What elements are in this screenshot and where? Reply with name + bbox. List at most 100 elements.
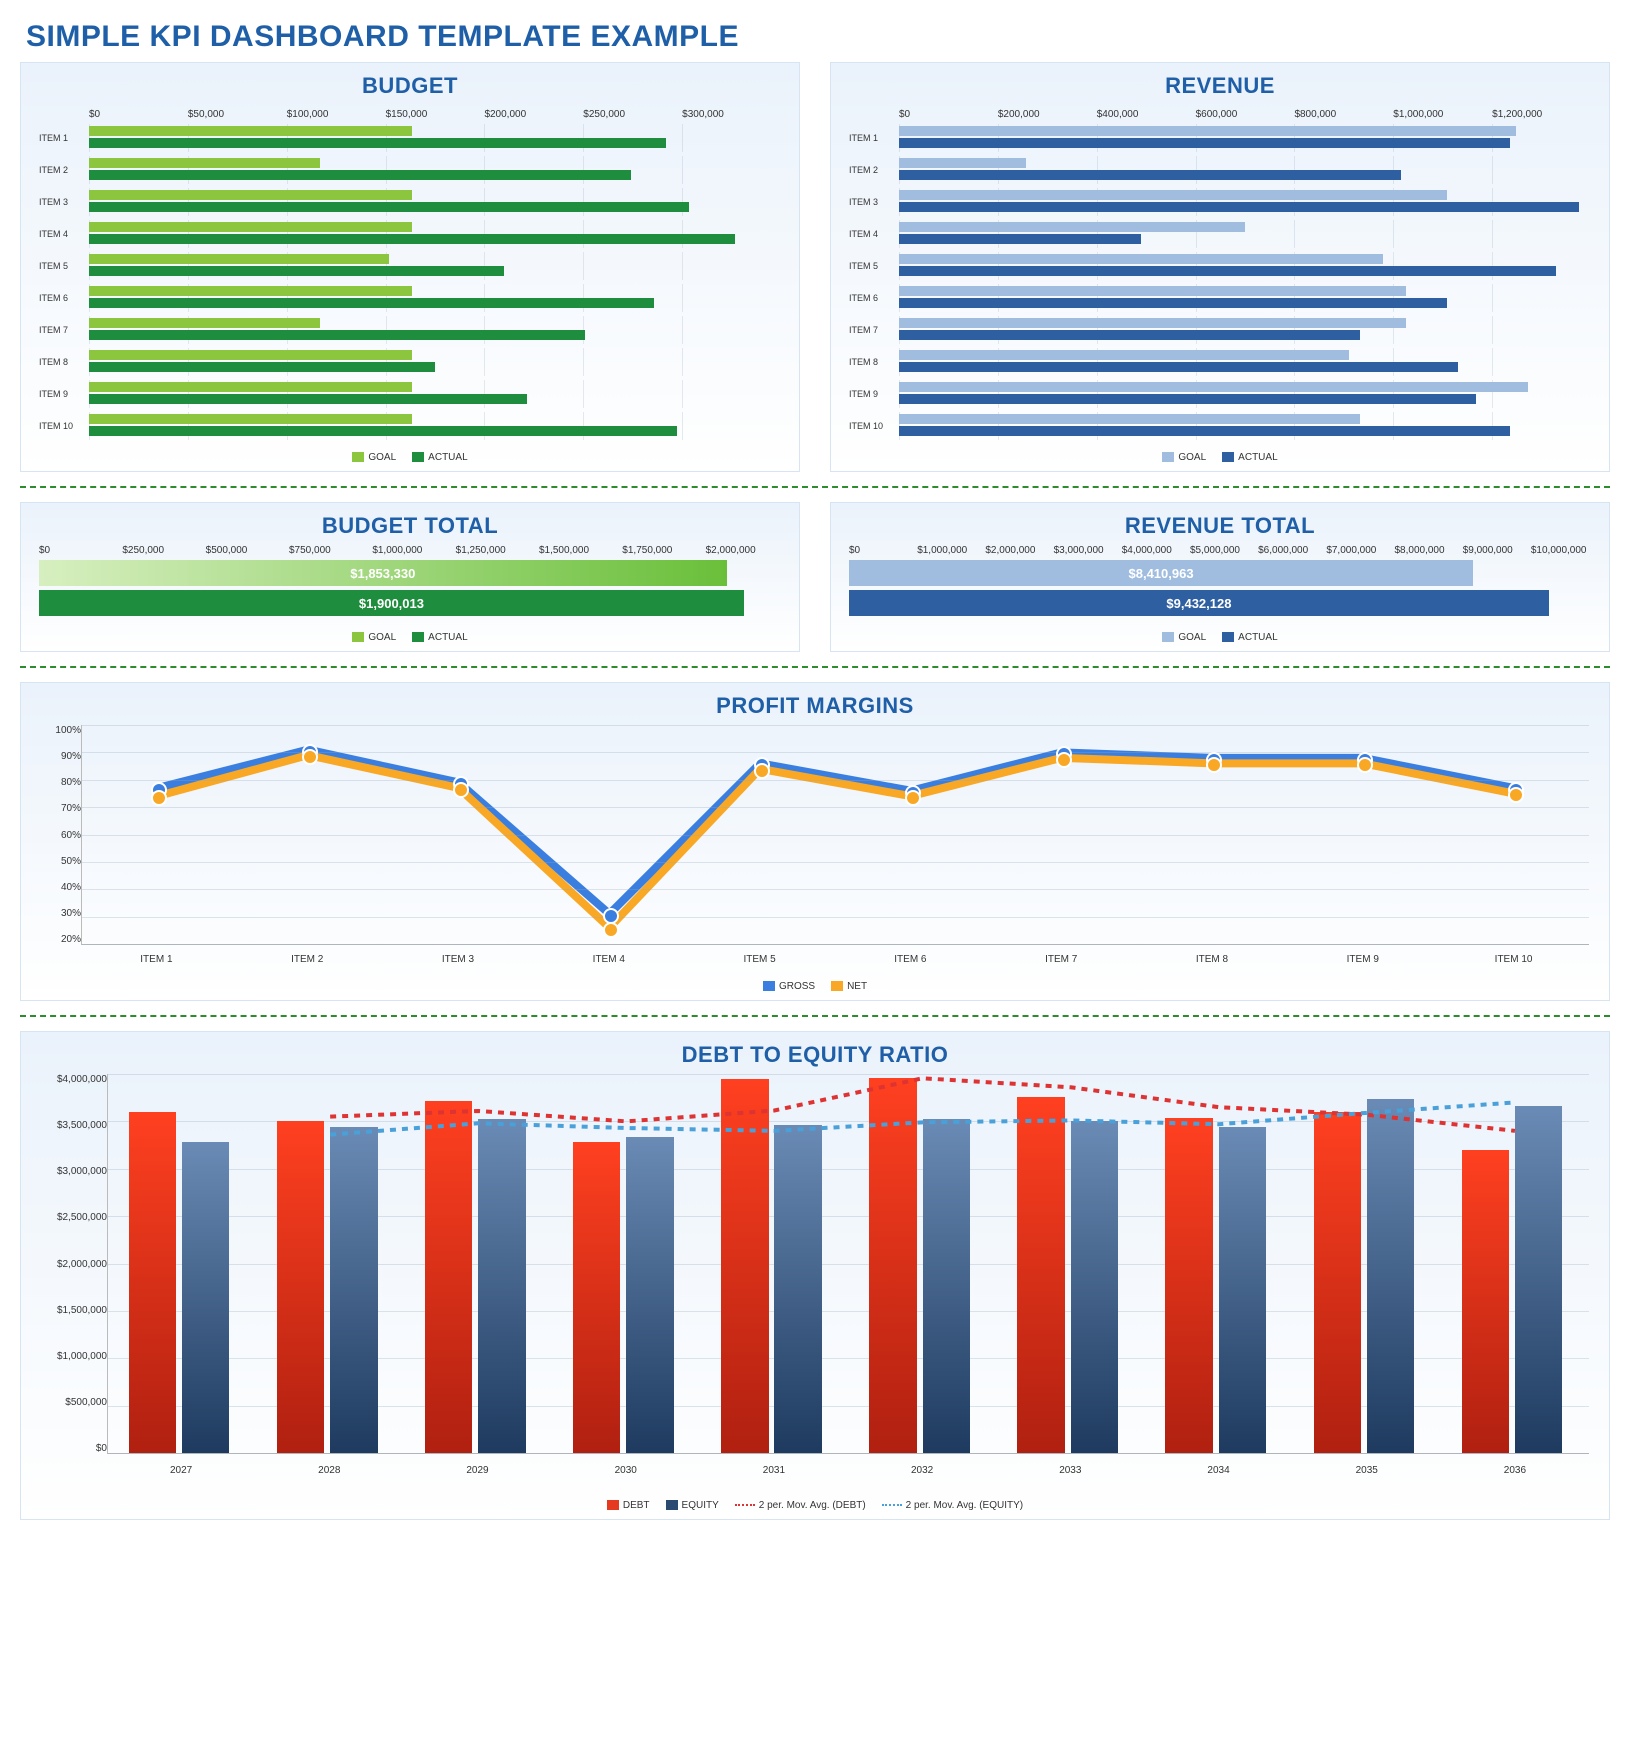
bar-goal <box>89 158 320 168</box>
axis-tick: $4,000,000 <box>1122 545 1190 556</box>
category-label: ITEM 10 <box>849 421 899 431</box>
divider <box>20 666 1610 668</box>
axis-tick: 2031 <box>700 1465 848 1476</box>
category-label: ITEM 3 <box>39 197 89 207</box>
axis-tick: ITEM 3 <box>383 954 534 965</box>
axis-tick: ITEM 1 <box>81 954 232 965</box>
bar-goal <box>899 286 1406 296</box>
axis-tick: $2,000,000 <box>985 545 1053 556</box>
axis-tick: $4,000,000 <box>41 1074 107 1085</box>
axis-tick: $2,000,000 <box>706 545 789 556</box>
legend: GOALACTUAL <box>841 446 1599 465</box>
category-label: ITEM 5 <box>849 261 899 271</box>
budget-total-title: BUDGET TOTAL <box>31 513 789 539</box>
axis-tick: ITEM 8 <box>1137 954 1288 965</box>
bar-goal <box>899 126 1516 136</box>
revenue-total-title: REVENUE TOTAL <box>841 513 1599 539</box>
axis-tick: $10,000,000 <box>1531 545 1599 556</box>
bar-goal <box>899 350 1349 360</box>
axis-tick: $8,000,000 <box>1395 545 1463 556</box>
axis-tick: 50% <box>41 856 81 867</box>
bar-goal <box>89 382 412 392</box>
bar-goal <box>899 222 1245 232</box>
total-goal-bar: $8,410,963 <box>849 560 1473 586</box>
total-goal-bar: $1,853,330 <box>39 560 727 586</box>
budget-panel: BUDGET $0$50,000$100,000$150,000$200,000… <box>20 62 800 472</box>
axis-tick: 40% <box>41 882 81 893</box>
bar-goal <box>89 414 412 424</box>
axis-tick: 2027 <box>107 1465 255 1476</box>
axis-tick: $200,000 <box>998 109 1097 120</box>
line-point <box>1056 752 1072 768</box>
axis-tick: ITEM 9 <box>1287 954 1438 965</box>
category-label: ITEM 7 <box>39 325 89 335</box>
divider <box>20 1015 1610 1017</box>
bar-actual <box>89 426 677 436</box>
category-label: ITEM 5 <box>39 261 89 271</box>
bar-actual <box>899 298 1447 308</box>
axis-tick: $500,000 <box>41 1397 107 1408</box>
axis-tick: $0 <box>849 545 917 556</box>
line-point <box>603 922 619 938</box>
total-actual-bar: $1,900,013 <box>39 590 744 616</box>
debt-plot <box>107 1074 1589 1454</box>
axis-tick: $50,000 <box>188 109 287 120</box>
bar-goal <box>89 254 389 264</box>
axis-tick: 2028 <box>255 1465 403 1476</box>
bar-goal <box>89 318 320 328</box>
bar-goal <box>89 126 412 136</box>
axis-tick: 2036 <box>1441 1465 1589 1476</box>
revenue-title: REVENUE <box>841 73 1599 99</box>
debt-title: DEBT TO EQUITY RATIO <box>31 1042 1599 1068</box>
axis-tick: $1,500,000 <box>41 1305 107 1316</box>
bar-actual <box>89 170 631 180</box>
axis-tick: $1,000,000 <box>41 1351 107 1362</box>
bar-goal <box>899 382 1528 392</box>
category-label: ITEM 4 <box>39 229 89 239</box>
axis-tick: $1,500,000 <box>539 545 622 556</box>
line-point <box>754 763 770 779</box>
axis-tick: $1,000,000 <box>372 545 455 556</box>
category-label: ITEM 9 <box>849 389 899 399</box>
legend: DEBTEQUITY2 per. Mov. Avg. (DEBT)2 per. … <box>31 1494 1599 1513</box>
axis-tick: $3,000,000 <box>41 1166 107 1177</box>
line-point <box>453 782 469 798</box>
axis-tick: $7,000,000 <box>1326 545 1394 556</box>
bar-actual <box>899 394 1476 404</box>
axis-tick: 70% <box>41 803 81 814</box>
bar-actual <box>899 234 1141 244</box>
category-label: ITEM 6 <box>849 293 899 303</box>
axis-tick: $250,000 <box>583 109 682 120</box>
axis-tick: $100,000 <box>287 109 386 120</box>
bar-actual <box>899 266 1556 276</box>
axis-tick: $0 <box>89 109 188 120</box>
total-actual-bar: $9,432,128 <box>849 590 1549 616</box>
axis-tick: 20% <box>41 934 81 945</box>
axis-tick: $500,000 <box>206 545 289 556</box>
axis-tick: $400,000 <box>1097 109 1196 120</box>
budget-total-panel: BUDGET TOTAL $0$250,000$500,000$750,000$… <box>20 502 800 652</box>
axis-tick: $6,000,000 <box>1258 545 1326 556</box>
category-label: ITEM 8 <box>849 357 899 367</box>
axis-tick: $600,000 <box>1196 109 1295 120</box>
bar-actual <box>89 298 654 308</box>
bar-actual <box>89 202 689 212</box>
axis-tick: ITEM 7 <box>986 954 1137 965</box>
axis-tick: 90% <box>41 751 81 762</box>
axis-tick: 80% <box>41 777 81 788</box>
axis-tick: $2,500,000 <box>41 1212 107 1223</box>
bar-actual <box>89 234 735 244</box>
axis-tick: $0 <box>899 109 998 120</box>
axis-tick: $1,000,000 <box>917 545 985 556</box>
axis-tick: $3,500,000 <box>41 1120 107 1131</box>
bar-goal <box>89 286 412 296</box>
bar-goal <box>899 254 1383 264</box>
profit-title: PROFIT MARGINS <box>31 693 1599 719</box>
legend: GROSSNET <box>31 975 1599 994</box>
axis-tick: $5,000,000 <box>1190 545 1258 556</box>
axis-tick: ITEM 10 <box>1438 954 1589 965</box>
bar-actual <box>899 170 1401 180</box>
bar-actual <box>899 426 1510 436</box>
profit-plot <box>81 725 1589 945</box>
bar-actual <box>899 362 1458 372</box>
